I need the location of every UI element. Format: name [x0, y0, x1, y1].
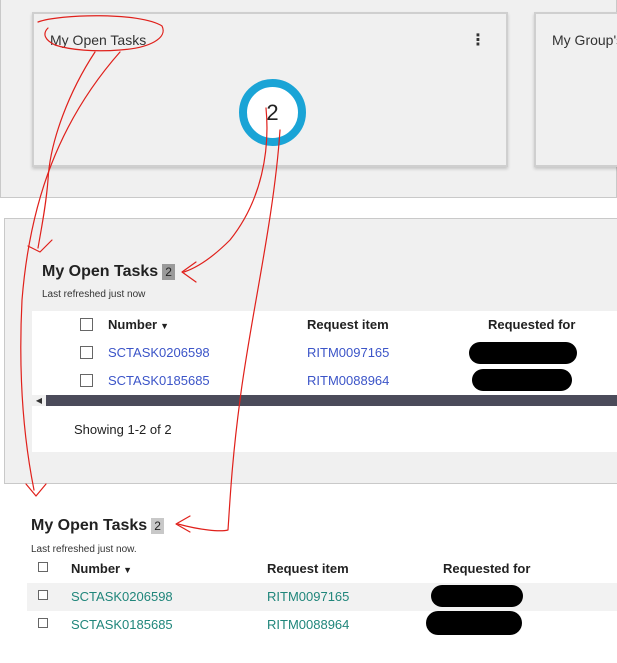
annotation-line: [20, 51, 121, 491]
annotation-line: [183, 107, 268, 273]
annotation-arrowhead: [27, 239, 53, 253]
annotation-line: [177, 129, 281, 532]
annotation-arrowhead: [25, 483, 47, 497]
annotation-loop: [37, 15, 164, 52]
annotation-line: [37, 51, 96, 249]
annotation-overlay: [20, 15, 281, 533]
